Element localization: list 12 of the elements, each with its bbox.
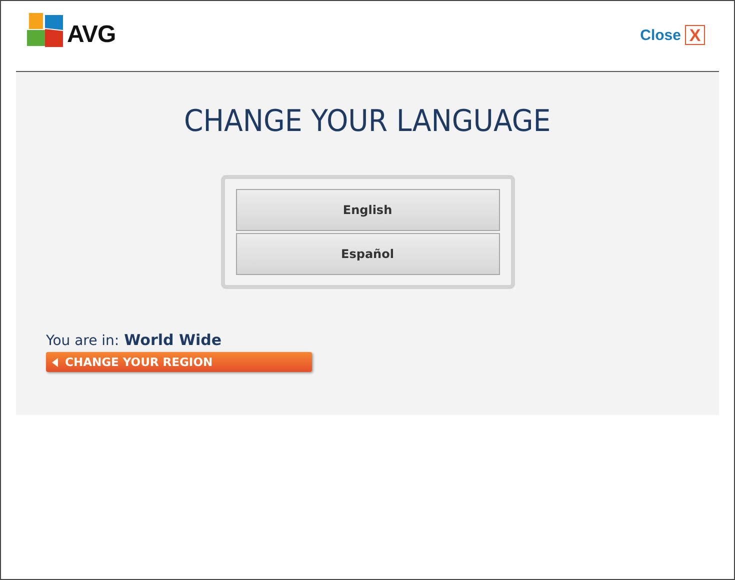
- language-button[interactable]: English: [236, 189, 500, 231]
- region-prefix: You are in:: [46, 333, 120, 349]
- region-name: World Wide: [124, 331, 222, 349]
- close-icon[interactable]: X: [685, 25, 705, 45]
- language-button[interactable]: Español: [236, 233, 500, 275]
- triangle-icon: [52, 358, 58, 366]
- change-region-button[interactable]: CHANGE YOUR REGION: [46, 352, 312, 372]
- page-title: CHANGE YOUR LANGUAGE: [184, 104, 551, 139]
- logo-icon: [25, 11, 65, 49]
- close-link[interactable]: Close X: [640, 25, 705, 45]
- logo-text: AVG: [67, 21, 116, 49]
- close-label: Close: [640, 26, 681, 44]
